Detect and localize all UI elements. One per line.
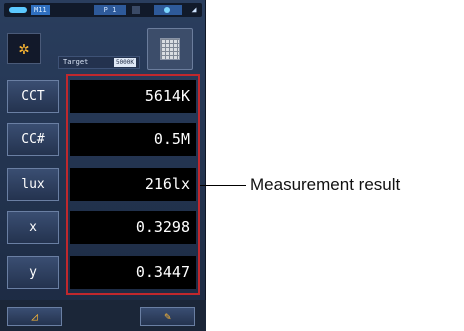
sound-icon: ◢ (191, 5, 197, 14)
grid-icon (160, 38, 180, 60)
lux-value: 216lx (70, 168, 196, 201)
triangle-icon[interactable]: ◿ (7, 307, 62, 326)
light-source-indicator-icon (154, 5, 182, 15)
display-mode-button[interactable] (147, 28, 193, 70)
battery-icon (9, 7, 27, 13)
x-value: 0.3298 (70, 211, 196, 244)
x-label-button[interactable]: x (7, 211, 59, 244)
sun-icon[interactable]: ✲ (7, 33, 41, 64)
channel-indicator: P 1 (94, 5, 126, 15)
lux-label-button[interactable]: lux (7, 168, 59, 201)
memory-indicator: M11 (31, 5, 50, 15)
target-label: Target (63, 58, 89, 66)
status-square-icon (132, 6, 140, 14)
cct-label-button[interactable]: CCT (7, 80, 59, 113)
cc-value: 0.5M (70, 123, 196, 156)
cc-label-button[interactable]: CC# (7, 123, 59, 156)
bottom-toolbar: ◿ ✎ (0, 300, 206, 331)
status-bar: M11 P 1 ◢ (4, 3, 202, 17)
y-label-button[interactable]: y (7, 256, 59, 289)
wrench-icon[interactable]: ✎ (140, 307, 195, 326)
callout-line (200, 185, 246, 186)
meter-screen: M11 P 1 ◢ ✲ Target 5000K CCT 5614K CC# 0… (0, 0, 206, 331)
cct-value: 5614K (70, 80, 196, 113)
target-indicator: Target 5000K (58, 56, 140, 69)
callout-label: Measurement result (250, 175, 401, 194)
target-value: 5000K (113, 58, 136, 67)
y-value: 0.3447 (70, 256, 196, 289)
